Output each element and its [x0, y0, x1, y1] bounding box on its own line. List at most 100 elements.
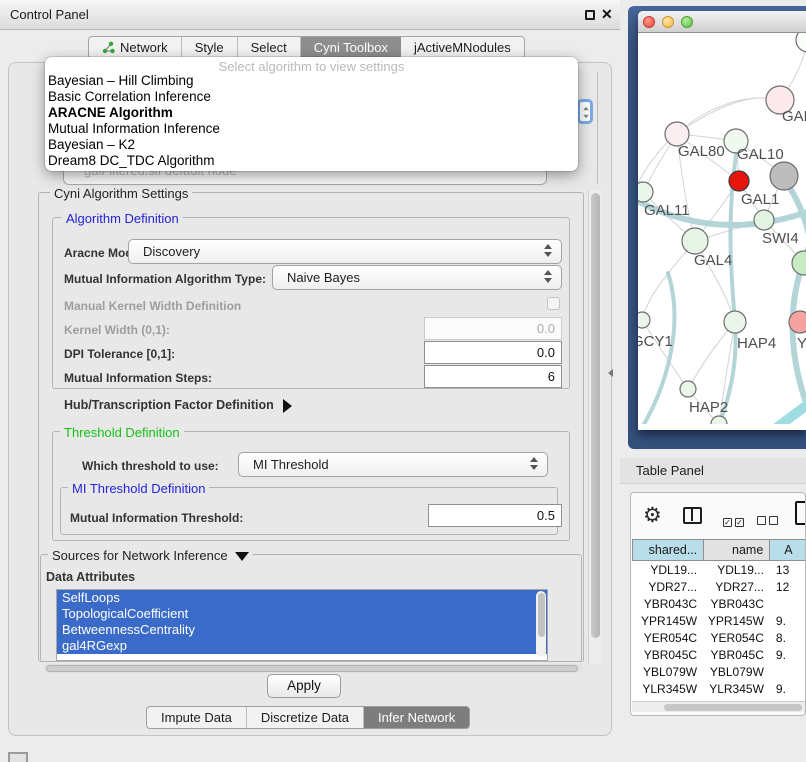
column-header-name[interactable]: name	[704, 539, 770, 561]
attribute-item-selected[interactable]: BetweennessCentrality	[57, 622, 547, 638]
panel-title: Control Panel	[10, 7, 89, 22]
data-attributes-list[interactable]: SelfLoopsTopologicalCoefficientBetweenne…	[56, 589, 548, 661]
network-window-titlebar[interactable]	[638, 11, 806, 33]
table-cell: YBL079W	[632, 663, 705, 680]
column-header-third[interactable]: A	[770, 539, 806, 561]
mi-threshold-field[interactable]: 0.5	[428, 504, 562, 527]
network-node[interactable]	[770, 162, 798, 190]
node-label: HAP4	[737, 335, 776, 352]
tab-cyni-toolbox[interactable]: Cyni Toolbox	[301, 37, 401, 58]
tab-infer-network[interactable]: Infer Network	[364, 707, 469, 728]
close-traffic-light-icon[interactable]	[643, 16, 655, 28]
apply-button[interactable]: Apply	[267, 674, 341, 698]
gear-icon[interactable]: ⚙	[643, 503, 662, 528]
aracne-mode-select[interactable]: Discovery	[128, 239, 562, 264]
node-label: Y	[797, 335, 806, 352]
network-node[interactable]	[729, 171, 749, 191]
attribute-item-selected[interactable]: SelfLoops	[57, 590, 547, 606]
tab-select[interactable]: Select	[238, 37, 301, 58]
table-panel-header: Table Panel	[620, 458, 806, 484]
manual-kernel-checkbox[interactable]	[547, 297, 560, 310]
tab-impute-data[interactable]: Impute Data	[147, 707, 247, 728]
column-layout-icon[interactable]	[683, 507, 702, 524]
stepper-arrows-icon	[530, 457, 538, 470]
settings-horizontal-scrollbar[interactable]	[44, 664, 582, 673]
table-row[interactable]: YDR27...YDR27...12	[632, 578, 806, 595]
network-node[interactable]	[789, 311, 806, 333]
table-cell: YDL19...	[705, 561, 772, 578]
focused-stepper-fragment	[577, 99, 593, 124]
table-row[interactable]: YER054CYER054C8.	[632, 629, 806, 646]
tab-style[interactable]: Style	[182, 37, 238, 58]
network-node[interactable]	[682, 228, 708, 254]
algorithm-option[interactable]: Bayesian – K2	[45, 137, 578, 153]
table-row[interactable]: YBL079WYBL079W	[632, 663, 806, 680]
network-canvas[interactable]: GAL80GALGAL10GAL1GAL11SWI4GAL4GCY1HAP4YH…	[638, 33, 806, 424]
algorithm-options-list: Bayesian – Hill ClimbingBasic Correlatio…	[45, 73, 578, 169]
algorithm-option[interactable]: Mutual Information Inference	[45, 121, 578, 137]
network-node[interactable]	[711, 416, 727, 424]
network-icon	[102, 41, 115, 54]
algorithm-option[interactable]: Basic Correlation Inference	[45, 89, 578, 105]
table-row[interactable]: YBR043CYBR043C	[632, 595, 806, 612]
table-cell: YBR045C	[632, 646, 705, 663]
dpi-tolerance-field[interactable]: 0.0	[424, 341, 562, 364]
tab-discretize-data[interactable]: Discretize Data	[247, 707, 364, 728]
hub-definition-toggle[interactable]: Hub/Transcription Factor Definition	[64, 398, 292, 413]
panel-divider-grip[interactable]	[608, 369, 613, 377]
which-threshold-label: Which threshold to use:	[82, 459, 219, 473]
algorithm-option[interactable]: Bayesian – Hill Climbing	[45, 73, 578, 89]
mi-steps-field[interactable]: 6	[424, 365, 562, 388]
table-cell: 9.	[772, 612, 806, 629]
select-all-columns-icon[interactable]: ✓✓	[723, 512, 747, 530]
minimized-panel-chip[interactable]	[8, 752, 28, 762]
table-body: YDL19...YDL19...13YDR27...YDR27...12YBR0…	[632, 561, 806, 701]
table-panel-title: Table Panel	[636, 463, 704, 478]
deselect-all-columns-icon[interactable]	[757, 512, 781, 530]
kernel-width-field[interactable]: 0.0	[424, 317, 562, 340]
new-table-icon[interactable]	[795, 501, 806, 525]
tab-jactivemnodules[interactable]: jActiveMNodules	[401, 37, 524, 58]
network-node[interactable]	[754, 210, 774, 230]
table-row[interactable]: YLR345WYLR345W9.	[632, 680, 806, 697]
table-panel-card: ⚙ ✓✓ shared... name A YDL19...YDL19...13…	[630, 492, 806, 716]
algorithm-option[interactable]: Dream8 DC_TDC Algorithm	[45, 153, 578, 169]
network-node[interactable]	[796, 33, 806, 52]
mi-threshold-group-title: MI Threshold Definition	[68, 481, 209, 496]
attribute-item-selected[interactable]: gal4RGexp	[57, 638, 547, 654]
network-node[interactable]	[638, 182, 653, 202]
table-horizontal-scrollbar[interactable]	[632, 701, 806, 712]
stepper-arrows-icon	[544, 270, 552, 283]
network-node[interactable]	[638, 312, 650, 328]
table-cell	[772, 663, 806, 680]
close-icon[interactable]: ✕	[601, 6, 613, 23]
table-cell: 9.	[772, 646, 806, 663]
sources-toggle[interactable]: Sources for Network Inference	[48, 548, 253, 563]
attribute-item-selected[interactable]: TopologicalCoefficient	[57, 606, 547, 622]
minimize-traffic-light-icon[interactable]	[662, 16, 674, 28]
mi-type-select[interactable]: Naive Bayes	[272, 265, 562, 290]
table-cell: YLR345W	[705, 680, 772, 697]
table-row[interactable]: YPR145WYPR145W9.	[632, 612, 806, 629]
table-cell: YER054C	[632, 629, 705, 646]
table-cell: YDR27...	[705, 578, 772, 595]
network-node[interactable]	[680, 381, 696, 397]
which-threshold-select[interactable]: MI Threshold	[238, 452, 548, 477]
mi-type-label: Mutual Information Algorithm Type:	[64, 272, 266, 286]
network-window-frame[interactable]: GAL80GALGAL10GAL1GAL11SWI4GAL4GCY1HAP4YH…	[628, 6, 806, 449]
zoom-traffic-light-icon[interactable]	[681, 16, 693, 28]
network-node[interactable]	[792, 251, 806, 275]
threshold-definition-title: Threshold Definition	[60, 425, 184, 440]
network-node[interactable]	[724, 311, 746, 333]
settings-vertical-scrollbar[interactable]	[588, 190, 601, 664]
table-row[interactable]: YBR045CYBR045C9.	[632, 646, 806, 663]
column-header-shared-name[interactable]: shared...	[632, 539, 704, 561]
table-cell: YLR345W	[632, 680, 705, 697]
tab-network[interactable]: Network	[89, 37, 182, 58]
float-window-icon[interactable]	[585, 10, 595, 20]
table-cell: YDR27...	[632, 578, 705, 595]
algorithm-definition-title: Algorithm Definition	[62, 211, 183, 226]
table-row[interactable]: YDL19...YDL19...13	[632, 561, 806, 578]
algorithm-option[interactable]: ARACNE Algorithm	[45, 105, 578, 121]
attributes-scrollbar-thumb[interactable]	[538, 593, 545, 637]
